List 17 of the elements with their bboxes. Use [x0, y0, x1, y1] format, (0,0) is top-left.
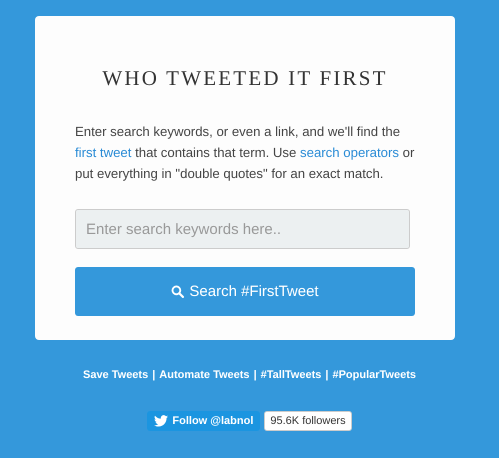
separator: |	[325, 369, 328, 381]
follower-count: 95.6K followers	[264, 411, 352, 431]
footer-link[interactable]: #TallTweets	[260, 369, 322, 381]
search-field[interactable]: Enter search keywords here..	[75, 209, 410, 249]
search-icon	[171, 285, 184, 298]
description-text: Enter search keywords, or even a link, and we'll find the first tweet that contains that term. Use search operators or put everything in "double quotes" for an exact match.	[75, 123, 415, 183]
text-link[interactable]: search operators	[300, 145, 399, 160]
follow-button[interactable]: Follow @labnol	[147, 411, 260, 431]
footer-link[interactable]: Automate Tweets	[159, 369, 250, 381]
text-link[interactable]: first tweet	[75, 145, 132, 160]
footer-link[interactable]: Save Tweets	[82, 369, 148, 381]
bird-icon	[154, 415, 168, 427]
footer-link[interactable]: #PopularTweets	[332, 369, 416, 381]
separator: |	[152, 369, 156, 381]
page-title: WHO TWEETED IT FIRST	[102, 66, 388, 91]
search-button[interactable]: Search #FirstTweet	[75, 267, 415, 316]
separator: |	[254, 369, 257, 381]
